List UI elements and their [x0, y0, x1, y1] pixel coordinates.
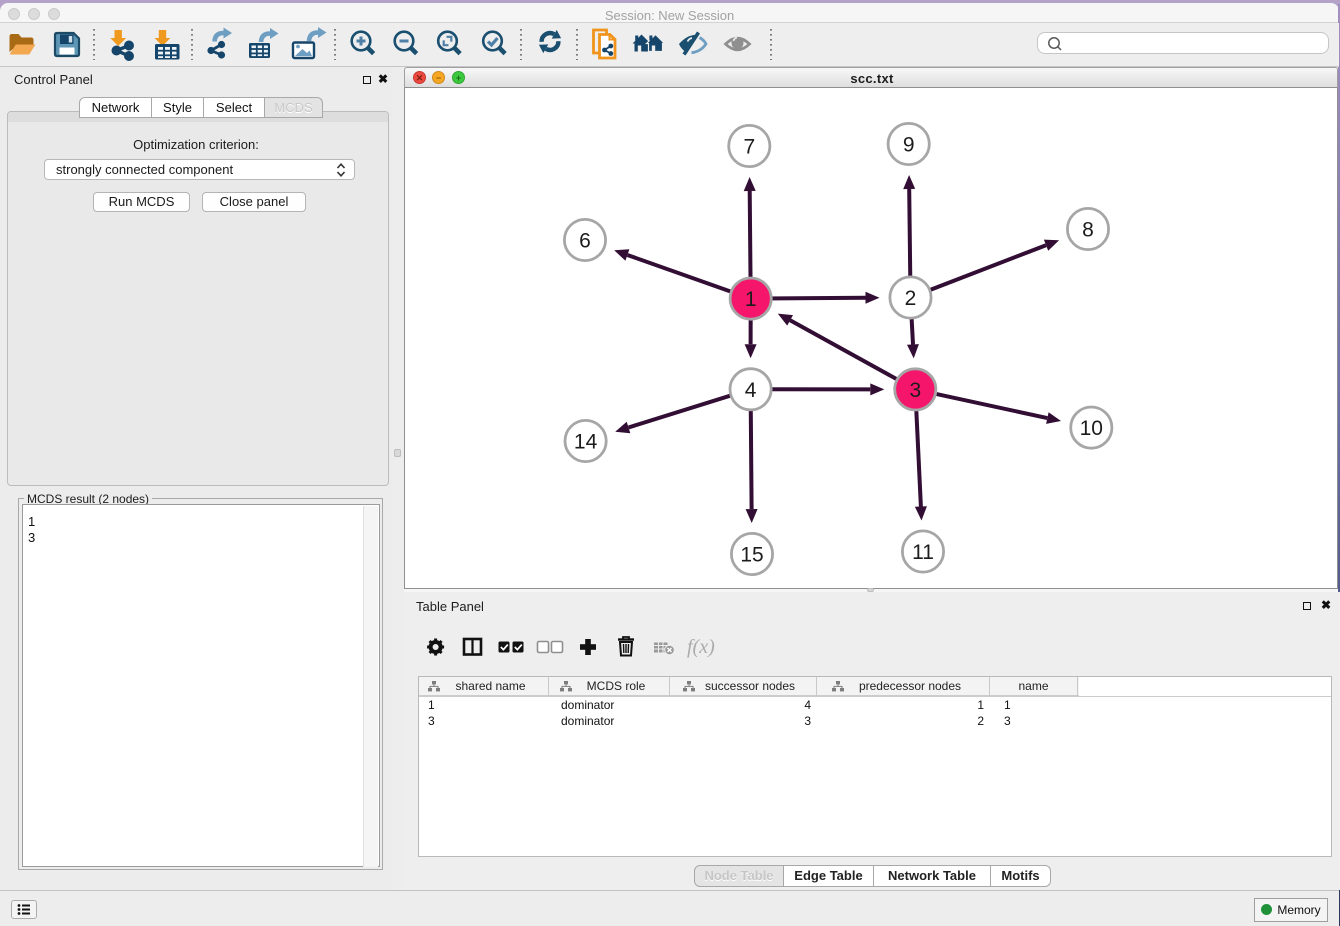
svg-text:2: 2 [905, 287, 917, 310]
svg-text:8: 8 [1082, 219, 1094, 242]
svg-text:3: 3 [909, 379, 921, 402]
svg-text:1: 1 [745, 288, 757, 311]
svg-text:9: 9 [903, 134, 915, 157]
svg-text:f(x): f(x) [687, 636, 715, 658]
svg-text:14: 14 [574, 431, 598, 454]
svg-text:11: 11 [912, 541, 934, 564]
svg-text:15: 15 [740, 544, 763, 567]
svg-text:4: 4 [745, 379, 757, 402]
svg-text:6: 6 [579, 230, 591, 253]
svg-text:10: 10 [1080, 417, 1103, 440]
svg-text:7: 7 [743, 136, 755, 159]
